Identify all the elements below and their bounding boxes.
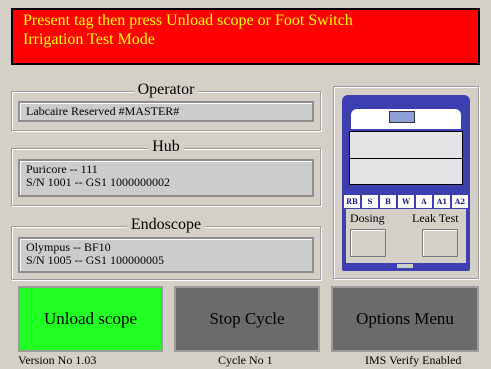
banner-message-line2: Irrigation Test Mode [23, 31, 155, 48]
leak-test-indicator [422, 229, 458, 257]
stop-cycle-button[interactable]: Stop Cycle [174, 286, 320, 352]
operator-group: Operator Labcaire Reserved #MASTER# [11, 81, 321, 131]
indicator-rb: RB [344, 195, 360, 208]
unload-scope-button[interactable]: Unload scope [18, 286, 163, 352]
machine-chamber-lower [349, 158, 463, 185]
hub-field: Puricore -- 111 S/N 1001 -- GS1 10000000… [18, 159, 314, 197]
washer-machine-graphic: RB S B W A A1 A2 Dosing Leak Test [342, 95, 470, 271]
operator-value: Labcaire Reserved #MASTER# [26, 104, 180, 118]
ims-status: IMS Verify Enabled [365, 353, 462, 367]
message-banner: Present tag then press Unload scope or F… [11, 8, 480, 65]
endoscope-line2: S/N 1005 -- GS1 100000005 [26, 253, 165, 267]
machine-handle-icon [389, 111, 415, 123]
machine-foot-icon [397, 264, 413, 268]
operator-title: Operator [133, 81, 199, 98]
banner-message-line1: Present tag then press Unload scope or F… [23, 12, 353, 29]
endoscope-title: Endoscope [126, 216, 206, 233]
version-status: Version No 1.03 [18, 353, 97, 367]
indicator-b: B [380, 195, 396, 208]
endoscope-group: Endoscope Olympus -- BF10 S/N 1005 -- GS… [11, 216, 321, 280]
indicator-a2: A2 [452, 195, 468, 208]
indicator-a1: A1 [434, 195, 450, 208]
cycle-status: Cycle No 1 [218, 353, 273, 367]
hub-group: Hub Puricore -- 111 S/N 1001 -- GS1 1000… [11, 138, 321, 206]
endoscope-field: Olympus -- BF10 S/N 1005 -- GS1 10000000… [18, 237, 314, 273]
hub-line2: S/N 1001 -- GS1 1000000002 [26, 175, 171, 189]
indicator-s: S [362, 195, 378, 208]
indicator-w: W [398, 195, 414, 208]
options-menu-button[interactable]: Options Menu [331, 286, 479, 352]
leak-test-label: Leak Test [412, 211, 459, 225]
operator-field: Labcaire Reserved #MASTER# [18, 101, 314, 122]
stop-cycle-label: Stop Cycle [209, 309, 285, 328]
hub-title: Hub [148, 138, 184, 155]
indicator-a: A [416, 195, 432, 208]
dosing-indicator [350, 229, 386, 257]
unload-scope-label: Unload scope [43, 309, 137, 328]
options-menu-label: Options Menu [356, 309, 454, 328]
machine-indicator-row: RB S B W A A1 A2 [344, 195, 468, 208]
machine-lower-panel: Dosing Leak Test [346, 209, 466, 263]
dosing-label: Dosing [350, 211, 385, 225]
machine-status-panel: RB S B W A A1 A2 Dosing Leak Test [333, 86, 479, 279]
